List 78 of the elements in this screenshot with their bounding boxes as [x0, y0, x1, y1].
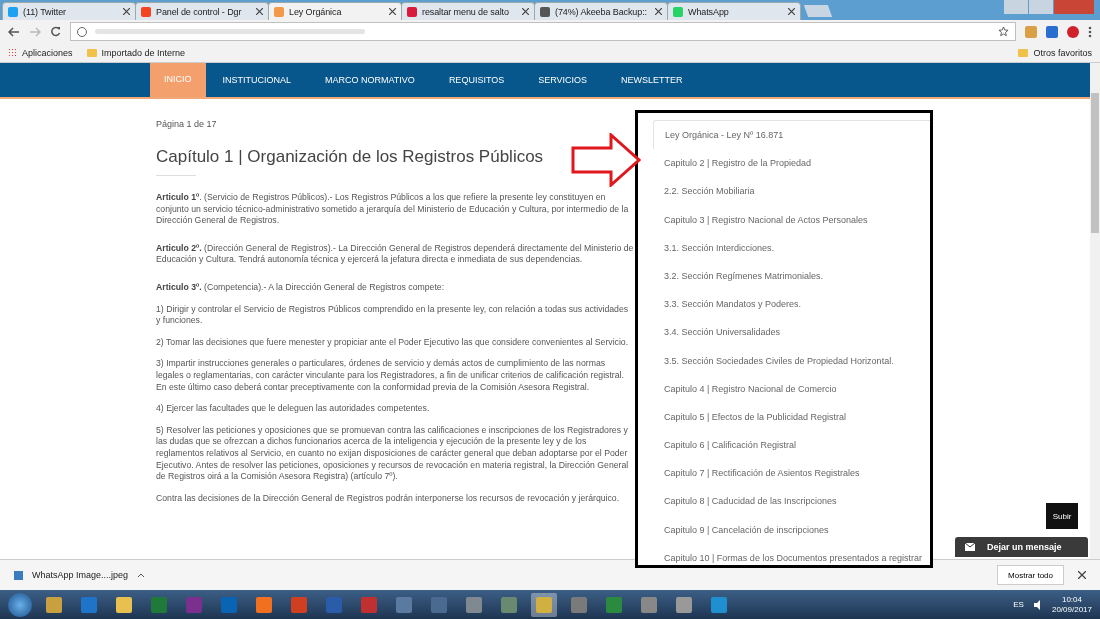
- back-icon[interactable]: [8, 26, 20, 37]
- extension-icon[interactable]: [1025, 25, 1037, 38]
- toc-link[interactable]: Capitulo 6 | Calificación Registral: [653, 431, 930, 460]
- address-field[interactable]: [70, 22, 1016, 41]
- toc-link[interactable]: Ley Orgánica - Ley Nº 16.871: [653, 120, 930, 150]
- favicon-icon: [8, 6, 18, 17]
- star-icon[interactable]: [998, 26, 1009, 37]
- toc-link[interactable]: 2.2. Sección Mobiliaria: [653, 177, 930, 206]
- article-text: 4) Ejercer las facultades que le deleguen las autoridades competentes.: [156, 403, 431, 415]
- article-text: Articulo 2º. (Dirección General de Registros).- La Dirección General de Registros dependerá directamente del Ministerio de Educación y Cultura. Tendrá autonomía técnica y ejercerá la jefatura directa e inmediata de sus dependencias.: [156, 242, 634, 266]
- reload-icon[interactable]: [50, 26, 61, 37]
- folder-icon: [86, 48, 97, 57]
- menu-icon[interactable]: [1088, 25, 1092, 38]
- browser-tab[interactable]: Ley Orgánica: [268, 2, 402, 20]
- nav-link[interactable]: MARCO NORMATIVO: [308, 63, 432, 97]
- close-icon[interactable]: [256, 8, 263, 15]
- nav-link[interactable]: NEWSLETTER: [604, 63, 700, 97]
- scroll-top-button[interactable]: Subir: [1046, 503, 1078, 529]
- toc-link[interactable]: 3.4. Sección Universalidades: [653, 318, 930, 347]
- mail-icon: [965, 543, 975, 551]
- toc-link[interactable]: 3.2. Sección Regímenes Matrimoniales.: [653, 261, 930, 291]
- toc-link[interactable]: Capitulo 9 | Cancelación de inscripciones: [653, 515, 930, 544]
- bookmark[interactable]: Importado de Interne: [86, 47, 186, 58]
- extension-icon[interactable]: [1067, 25, 1079, 38]
- close-icon[interactable]: [655, 8, 662, 15]
- close-icon[interactable]: [522, 8, 529, 15]
- chapter-heading: Capítulo 1 | Organización de los Registros Públicos: [156, 147, 545, 167]
- nav-link[interactable]: REQUISITOS: [431, 63, 522, 97]
- article-text: 2) Tomar las decisiones que fuere menester y propiciar ante el Poder Ejecutivo las que considere convenientes al Servicio.: [156, 336, 630, 349]
- toc-link[interactable]: Capitulo 10 | Formas de los Documentos presentados a registrar: [653, 543, 930, 565]
- new-tab-button[interactable]: [803, 5, 833, 17]
- toc-link[interactable]: 3.5. Sección Sociedades Civiles de Propiedad Horizontal.: [653, 346, 930, 375]
- toc-link[interactable]: Capitulo 7 | Rectificación de Asientos Registrales: [653, 459, 930, 488]
- article-text: 1) Dirigir y controlar el Servicio de Registros Públicos comprendido en la presente ley, con relación a todas sus actividades y funciones.: [156, 303, 630, 327]
- bookmark[interactable]: Aplicaciones: [8, 47, 73, 58]
- bookmark[interactable]: Otros favoritos: [1018, 47, 1092, 58]
- show-all-button[interactable]: Mostrar todo: [997, 565, 1064, 585]
- article-text: 5) Resolver las peticiones y oposiciones que se promuevan contra las calificaciones e inscripciones de los Registradores y las dudas que se ofrezcan a dichos funcionarios acerca de la inteligencia y ejecución de la presente ley y de los reglamentos relativos al Servicio, en cuanto no exijan disposiciones de carácter general que deban adoptarse por el Poder Ejecutivo. Antes de resolver las peticiones, oposiciones y recursos de revocación en materia registral, la Dirección General de Registros oirá a la Comisión Asesora Registra) (artículo 7º).: [156, 424, 630, 483]
- browser-tab[interactable]: (74%) Akeeba Backup::: [534, 2, 668, 20]
- article-text: 3) Impartir instrucciones generales o particulares, órdenes de servicio y demás actos de cumplimiento de las normas legales o reglamentarias, con carácter vinculante para los Registradores, a fin de unificar criterios de calificación registral. En este último caso deberá contar preceptivamente con la conformidad previa de la Comisión Asesora Registral.: [156, 358, 625, 394]
- article-text: Contra las decisiones de la Dirección General de Registros podrán interponerse los recursos de revocación y jerárquico.: [156, 492, 621, 505]
- article-text: Articulo 3º. (Competencia).- A la Dirección General de Registros compete:: [156, 281, 446, 294]
- close-icon[interactable]: [123, 8, 130, 15]
- image-file-icon: [14, 570, 23, 580]
- toc-link[interactable]: 3.3. Sección Mandatos y Poderes.: [653, 290, 930, 319]
- folder-icon: [1018, 48, 1029, 57]
- favicon-icon: [407, 6, 417, 17]
- browser-tab[interactable]: (11) Twitter: [2, 2, 136, 20]
- close-icon[interactable]: [788, 8, 795, 15]
- nav-link[interactable]: INSTITUCIONAL: [205, 63, 309, 97]
- extension-icon[interactable]: [1046, 25, 1058, 38]
- download-item[interactable]: WhatsApp Image....jpeg: [14, 570, 146, 580]
- article-text: Articulo 1º. (Servicio de Registros Públicos).- Los Registros Públicos a los que refiere la presente ley constituyen en conjunto un servicio técnico-administrativo sometido a jerarquía del Ministerio de Educación y Cultura, por intermedio de la Dirección General de Registros.: [156, 192, 630, 227]
- speaker-icon[interactable]: [1032, 599, 1043, 610]
- chat-button[interactable]: Dejar un mensaje: [955, 537, 1088, 557]
- favicon-icon: [673, 6, 683, 17]
- browser-tab[interactable]: Panel de control - Dgr: [135, 2, 269, 20]
- browser-tab[interactable]: WhatsApp: [667, 2, 801, 20]
- close-icon[interactable]: [389, 8, 396, 15]
- favicon-icon: [274, 6, 284, 17]
- toc-link[interactable]: Capitulo 4 | Registro Nacional de Comercio: [653, 374, 930, 403]
- scrollbar[interactable]: [1090, 63, 1100, 559]
- toc-link[interactable]: Capitulo 2 | Registro de la Propiedad: [653, 149, 930, 178]
- page-indicator: Página 1 de 17: [156, 119, 218, 129]
- toc-link[interactable]: Capitulo 5 | Efectos de la Publicidad Registral: [653, 402, 930, 432]
- toc-link[interactable]: Capitulo 3 | Registro Nacional de Actos Personales: [653, 205, 930, 234]
- clock[interactable]: 10:04 20/09/2017: [1051, 594, 1092, 615]
- toc-link[interactable]: Capitulo 8 | Caducidad de las Inscripciones: [653, 487, 930, 516]
- close-icon[interactable]: [1078, 571, 1086, 579]
- toc-link[interactable]: 3.1. Sección Interdicciones.: [653, 233, 930, 262]
- favicon-icon: [540, 6, 550, 17]
- language-indicator[interactable]: ES: [1013, 600, 1024, 609]
- favicon-icon: [141, 6, 151, 17]
- caret-icon: [137, 572, 146, 578]
- start-button[interactable]: [8, 592, 32, 617]
- browser-tab[interactable]: resaltar menu de salto: [401, 2, 535, 20]
- nav-link[interactable]: SERVICIOS: [521, 63, 605, 97]
- taskbar-app-icon[interactable]: [531, 592, 557, 617]
